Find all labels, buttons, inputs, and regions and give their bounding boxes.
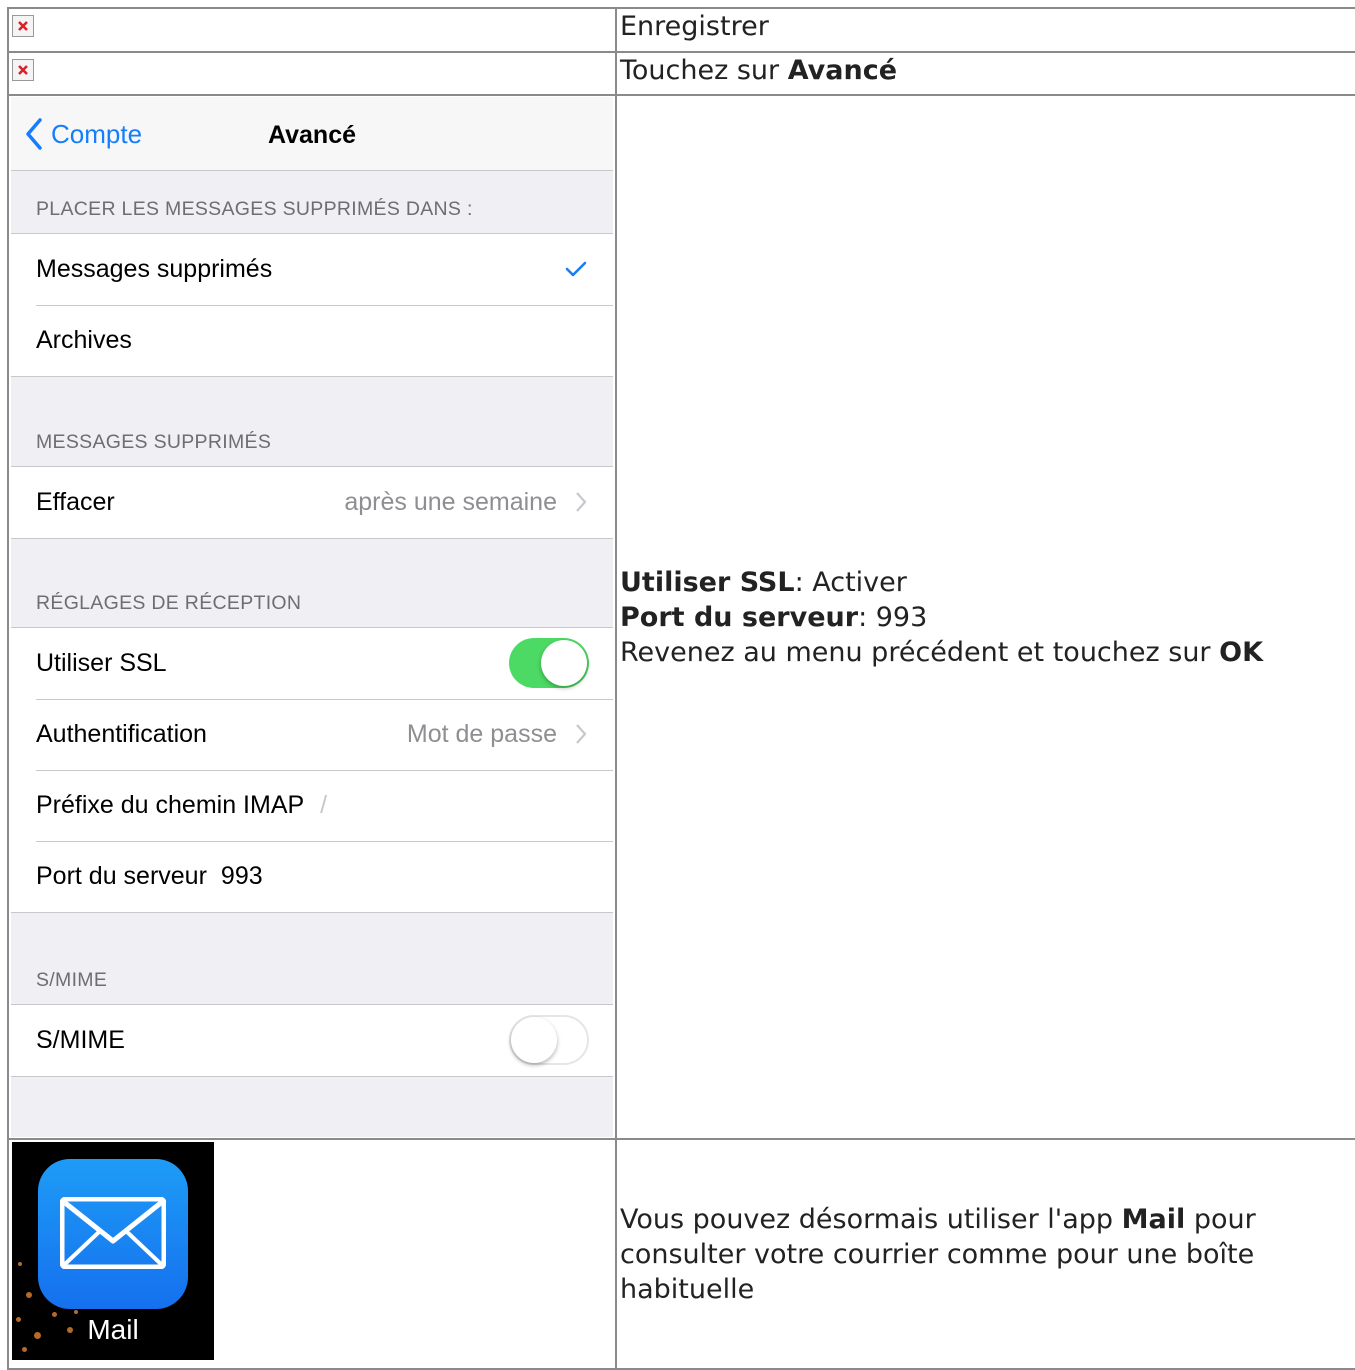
- ssl-toggle[interactable]: [509, 638, 589, 688]
- table-row: Touchez sur Avancé: [7, 51, 1355, 96]
- checkmark-icon: [565, 261, 587, 277]
- section-header: PLACER LES MESSAGES SUPPRIMÉS DANS :: [36, 198, 473, 220]
- text-cell: Vous pouvez désormais utiliser l'app Mai…: [615, 1138, 1355, 1370]
- text-cell: Touchez sur Avancé: [615, 51, 1355, 96]
- broken-image-icon: [12, 15, 34, 37]
- imap-label: Préfixe du chemin IMAP: [36, 791, 305, 819]
- text-cell: Utiliser SSL: Activer Port du serveur: 9…: [615, 94, 1355, 1140]
- mail-icon-square: [38, 1159, 188, 1309]
- option-label: Archives: [36, 326, 132, 354]
- port-label: Port du serveur: [36, 862, 207, 890]
- instructions-table: Enregistrer Touchez sur Avancé Compte Av…: [7, 7, 1355, 1370]
- section-header: RÉGLAGES DE RÉCEPTION: [36, 592, 302, 614]
- step-text: Touchez sur Avancé: [620, 55, 898, 86]
- image-cell: [7, 51, 617, 96]
- deleted-into-group: Messages supprimés Archives: [11, 233, 613, 377]
- text-cell: Enregistrer: [615, 7, 1355, 53]
- table-row: Mail Vous pouvez désormais utiliser l'ap…: [7, 1138, 1355, 1370]
- final-text: Vous pouvez désormais utiliser l'app Mai…: [620, 1203, 1256, 1305]
- chevron-right-icon: [576, 724, 587, 744]
- ssl-label: Utiliser SSL: [36, 649, 167, 677]
- section-header: S/MIME: [36, 969, 108, 991]
- port-instruction: Port du serveur: 993: [620, 601, 928, 633]
- imap-prefix-row[interactable]: Préfixe du chemin IMAP /: [11, 770, 613, 841]
- option-deleted-messages[interactable]: Messages supprimés: [11, 234, 613, 305]
- smime-label: S/MIME: [36, 1026, 125, 1054]
- chevron-right-icon: [576, 492, 587, 512]
- toggle-knob: [511, 1017, 557, 1063]
- server-port-row[interactable]: Port du serveur 993: [11, 841, 613, 912]
- smime-group: S/MIME: [11, 1004, 613, 1077]
- option-label: Messages supprimés: [36, 255, 273, 283]
- receive-settings-group: Utiliser SSL Authentification Mot de pas…: [11, 627, 613, 913]
- ssl-row: Utiliser SSL: [11, 628, 613, 699]
- mail-app-icon: Mail: [12, 1142, 214, 1360]
- broken-image-icon: [12, 59, 34, 81]
- envelope-icon: [60, 1197, 166, 1269]
- option-archives[interactable]: Archives: [11, 305, 613, 376]
- screenshot-cell: Compte Avancé PLACER LES MESSAGES SUPPRI…: [7, 94, 617, 1140]
- table-row: Enregistrer: [7, 7, 1355, 53]
- auth-label: Authentification: [36, 720, 207, 748]
- toggle-knob: [541, 640, 587, 686]
- deleted-group: Effacer après une semaine: [11, 466, 613, 539]
- section-header: MESSAGES SUPPRIMÉS: [36, 431, 272, 453]
- port-field[interactable]: 993: [221, 862, 263, 891]
- return-instruction: Revenez au menu précédent et touchez sur…: [620, 636, 1263, 668]
- step-text: Enregistrer: [620, 11, 769, 42]
- ios-advanced-settings-screenshot: Compte Avancé PLACER LES MESSAGES SUPPRI…: [11, 97, 613, 1137]
- table-row: Compte Avancé PLACER LES MESSAGES SUPPRI…: [7, 94, 1355, 1140]
- nav-bar: Compte Avancé: [11, 97, 613, 171]
- mail-icon-label: Mail: [87, 1314, 139, 1345]
- image-cell: Mail: [7, 1138, 617, 1370]
- erase-label: Effacer: [36, 488, 115, 516]
- page-title: Avancé: [267, 121, 356, 149]
- image-cell: [7, 7, 617, 53]
- imap-prefix-field[interactable]: /: [320, 791, 327, 820]
- erase-row[interactable]: Effacer après une semaine: [11, 467, 613, 538]
- auth-row[interactable]: Authentification Mot de passe: [11, 699, 613, 770]
- smime-toggle[interactable]: [509, 1015, 589, 1065]
- auth-value: Mot de passe: [406, 720, 557, 748]
- ssl-instruction: Utiliser SSL: Activer: [620, 566, 907, 598]
- smime-row: S/MIME: [11, 1005, 613, 1076]
- erase-value: après une semaine: [344, 488, 557, 516]
